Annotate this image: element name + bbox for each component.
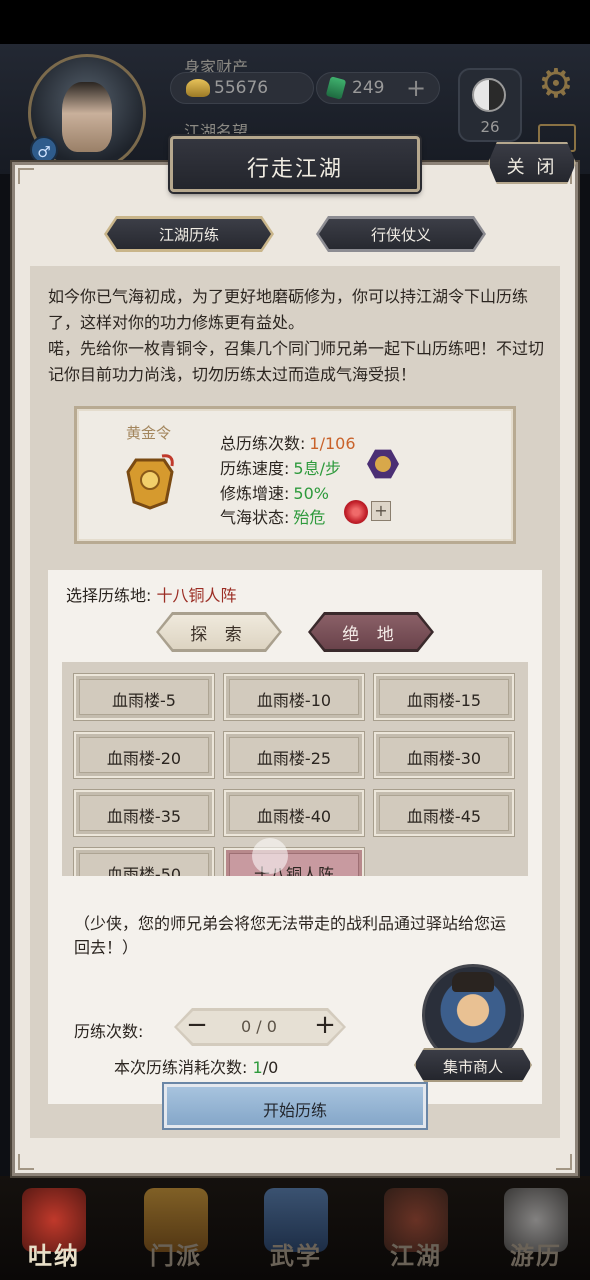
- location-item[interactable]: 血雨楼-50: [74, 848, 214, 876]
- tab-jianghu-lilian[interactable]: 江湖历练: [104, 216, 274, 252]
- location-label: 血雨楼-35: [106, 807, 182, 826]
- stat-value: 1/106: [309, 434, 356, 453]
- selected-location-name: 十八铜人阵: [156, 586, 237, 605]
- consume-value: 1: [252, 1058, 263, 1077]
- mode-label: 绝 地: [342, 625, 400, 645]
- nav-tuna[interactable]: 吐纳: [14, 1188, 94, 1274]
- close-button[interactable]: 关 闭: [488, 142, 576, 184]
- tab-xingxia-zhangyi[interactable]: 行侠仗义: [316, 216, 486, 252]
- frame-corner: [556, 1154, 572, 1170]
- location-item[interactable]: 血雨楼-35: [74, 790, 214, 836]
- mode-explore-button[interactable]: 探 索: [156, 612, 282, 652]
- decrease-button[interactable]: −: [180, 1010, 214, 1044]
- gender-male-icon: ♂: [30, 136, 58, 164]
- merchant-button[interactable]: 集市商人: [414, 1048, 532, 1082]
- mode-label: 探 索: [190, 625, 248, 645]
- taiji-icon: [472, 78, 506, 112]
- location-item[interactable]: 血雨楼-5: [74, 674, 214, 720]
- mode-juedi-button[interactable]: 绝 地: [308, 612, 434, 652]
- gold-token-icon: [126, 454, 174, 510]
- location-label: 血雨楼-40: [256, 807, 332, 826]
- count-value: 0 / 0: [241, 1017, 277, 1036]
- nav-jianghu[interactable]: 江湖: [376, 1188, 456, 1274]
- nav-menpai[interactable]: 门派: [136, 1188, 216, 1274]
- tab-label: 江湖历练: [158, 226, 219, 244]
- qihai-danger-icon: [344, 500, 368, 524]
- jade-value: 249: [352, 78, 385, 98]
- location-label: 血雨楼-25: [256, 749, 332, 768]
- frame-corner: [18, 1154, 34, 1170]
- token-name: 黄金令: [126, 424, 172, 442]
- settings-gear-icon[interactable]: ⚙: [538, 64, 574, 104]
- avatar-portrait: [62, 82, 112, 152]
- location-item[interactable]: 血雨楼-30: [374, 732, 514, 778]
- location-label: 血雨楼-10: [256, 691, 332, 710]
- consume-label: 本次历练消耗次数:: [114, 1058, 248, 1077]
- location-item[interactable]: 血雨楼-15: [374, 674, 514, 720]
- location-label: 血雨楼-5: [112, 691, 176, 710]
- intro-paragraph: 喏，先给你一枚青铜令，召集几个同门师兄弟一起下山历练吧！不过切记你目前功力尚浅，…: [48, 339, 545, 384]
- stat-label: 气海状态:: [220, 508, 290, 527]
- stat-label: 总历练次数:: [220, 434, 306, 453]
- gold-ingot-icon: [186, 79, 210, 97]
- status-bar: [0, 0, 590, 44]
- stat-growth: 修炼增速: 50%: [220, 480, 329, 504]
- nav-label: 游历: [510, 1241, 562, 1270]
- location-label: 血雨楼-30: [406, 749, 482, 768]
- touch-indicator: [252, 838, 288, 874]
- speed-horse-icon-inner: [375, 456, 391, 472]
- location-label: 血雨楼-50: [106, 865, 182, 876]
- location-label: 血雨楼-20: [106, 749, 182, 768]
- location-item[interactable]: 血雨楼-25: [224, 732, 364, 778]
- stat-speed: 历练速度: 5息/步: [220, 455, 341, 479]
- merchant-label: 集市商人: [442, 1058, 503, 1076]
- nav-label: 吐纳: [28, 1241, 80, 1270]
- nav-youli[interactable]: 游历: [496, 1188, 576, 1274]
- frame-corner: [18, 168, 34, 184]
- count-label: 历练次数:: [74, 1022, 144, 1041]
- stat-value: 5息/步: [293, 459, 341, 478]
- nav-label: 江湖: [390, 1241, 442, 1270]
- location-grid: 血雨楼-5 血雨楼-10 血雨楼-15 血雨楼-20 血雨楼-25 血雨楼-30…: [62, 662, 528, 876]
- merchant-hat: [452, 972, 494, 992]
- selected-location: 选择历练地: 十八铜人阵: [66, 582, 237, 606]
- select-label: 选择历练地:: [66, 586, 152, 605]
- intro-paragraph: 如今你已气海初成，为了更好地磨砺修为，你可以持江湖令下山历练了，这样对你的功力修…: [48, 287, 529, 332]
- nav-wuxue[interactable]: 武学: [256, 1188, 336, 1274]
- stat-total-count: 总历练次数: 1/106: [220, 430, 356, 454]
- location-item[interactable]: 血雨楼-20: [74, 732, 214, 778]
- gold-value: 55676: [214, 78, 269, 98]
- stat-qihai: 气海状态: 殆危: [220, 504, 325, 528]
- stat-value: 50%: [293, 484, 329, 503]
- dialog-title-plate: 行走江湖: [170, 136, 420, 192]
- increase-button[interactable]: +: [308, 1010, 342, 1044]
- stat-value: 殆危: [293, 508, 326, 527]
- consume-info: 本次历练消耗次数: 1/0: [114, 1054, 278, 1078]
- level-value: 26: [480, 118, 500, 136]
- stat-label: 修炼增速:: [220, 484, 290, 503]
- start-label: 开始历练: [262, 1101, 327, 1120]
- location-label: 十八铜人阵: [253, 865, 334, 876]
- nav-label: 门派: [150, 1241, 202, 1270]
- start-training-button[interactable]: 开始历练: [164, 1084, 426, 1128]
- location-item[interactable]: 血雨楼-10: [224, 674, 364, 720]
- restore-qihai-button[interactable]: +: [371, 501, 391, 521]
- loot-note: （少侠，您的师兄弟会将您无法带走的战利品通过驿站给您运回去！）: [74, 914, 507, 957]
- consume-suffix: /0: [262, 1058, 279, 1077]
- nav-label: 武学: [270, 1241, 322, 1270]
- location-label: 血雨楼-45: [406, 807, 482, 826]
- location-label: 血雨楼-15: [406, 691, 482, 710]
- stat-label: 历练速度:: [220, 459, 290, 478]
- location-item-selected[interactable]: 十八铜人阵: [224, 848, 364, 876]
- location-item[interactable]: 血雨楼-40: [224, 790, 364, 836]
- add-jade-button[interactable]: +: [406, 74, 426, 102]
- location-item[interactable]: 血雨楼-45: [374, 790, 514, 836]
- tab-label: 行侠仗义: [370, 226, 431, 244]
- close-label: 关 闭: [506, 157, 558, 178]
- intro-text: 如今你已气海初成，为了更好地磨砺修为，你可以持江湖令下山历练了，这样对你的功力修…: [48, 284, 548, 388]
- dialog-title: 行走江湖: [246, 157, 343, 182]
